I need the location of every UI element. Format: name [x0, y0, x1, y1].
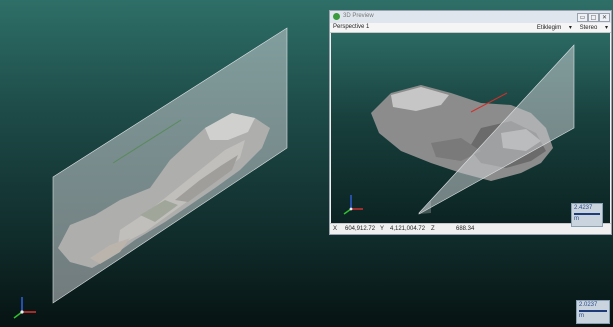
preview-axis-triad-icon: [343, 195, 363, 215]
coordinate-statusbar: X 604,912.72 Y 4,121,004.72 Z 688.34: [330, 223, 611, 234]
scale-legend-unit: m: [579, 313, 584, 319]
minimize-button[interactable]: ▭: [577, 13, 588, 22]
chevron-down-icon: ▾: [567, 25, 572, 31]
z-value: 688.34: [456, 226, 475, 232]
scale-legend: 2.0237 m: [576, 300, 610, 324]
axis-triad-icon: [13, 297, 36, 319]
preview-3d-viewport[interactable]: [331, 33, 610, 224]
etiklegim-menu[interactable]: Etiklegim: [537, 25, 561, 31]
preview-window[interactable]: 3D Preview ▭ □ ✕ Perspective 1 Etiklegim…: [329, 10, 612, 235]
x-value: 604,912.72: [345, 226, 376, 232]
preview-scale-bar: [574, 213, 600, 215]
scale-legend-bar: [579, 310, 607, 312]
preview-scene: [343, 44, 575, 215]
preview-scale-legend: 2.4237 m: [571, 203, 603, 227]
window-title: 3D Preview: [343, 13, 374, 19]
preview-scale-value: 2.4237: [574, 205, 593, 211]
x-label: X: [333, 226, 338, 232]
perspective-menu[interactable]: Perspective 1: [333, 24, 369, 30]
scale-legend-value: 2.0237: [579, 302, 598, 308]
z-label: Z: [431, 226, 435, 232]
maximize-button[interactable]: □: [588, 13, 599, 22]
section-plane[interactable]: [52, 27, 288, 304]
window-menubar: Perspective 1 Etiklegim ▾ Stereo ▾: [330, 23, 611, 33]
stereo-menu[interactable]: Stereo: [580, 25, 598, 31]
preview-scale-unit: m: [574, 216, 579, 222]
y-label: Y: [380, 226, 385, 232]
close-button[interactable]: ✕: [599, 13, 610, 22]
window-titlebar[interactable]: 3D Preview ▭ □ ✕: [330, 11, 611, 23]
app-icon: [333, 13, 340, 20]
y-value: 4,121,004.72: [390, 226, 426, 232]
chevron-down-icon: ▾: [603, 25, 608, 31]
